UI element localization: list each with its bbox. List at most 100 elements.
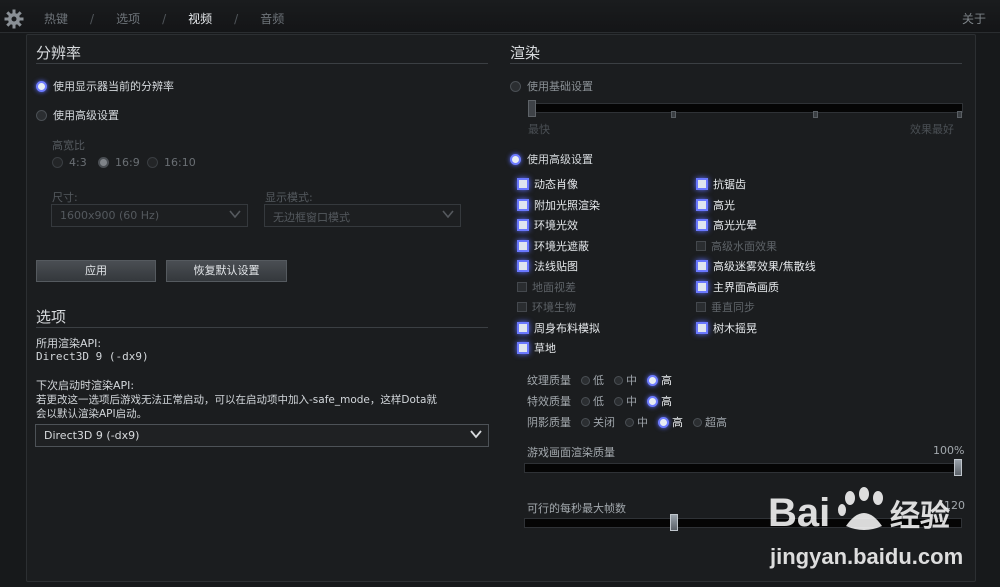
slider-tick — [813, 111, 818, 118]
render-checkbox[interactable]: 地面视差 — [517, 279, 576, 295]
render-checkbox[interactable]: 动态肖像 — [517, 176, 578, 192]
use-advanced-render-radio[interactable]: 使用高级设置 — [510, 151, 593, 167]
next-api-value: Direct3D 9 (-dx9) — [44, 429, 140, 442]
max-fps-slider-thumb[interactable] — [670, 514, 679, 531]
render-quality-label: 游戏画面渲染质量 — [527, 446, 615, 459]
basic-quality-slider-thumb[interactable] — [528, 100, 536, 117]
radio-label: 使用显示器当前的分辨率 — [53, 80, 174, 93]
render-checkbox[interactable]: 主界面高画质 — [696, 279, 779, 295]
radio-dot — [510, 80, 521, 92]
shadow-quality-ultra[interactable]: 超高 — [693, 414, 727, 430]
checkbox-label: 高级水面效果 — [711, 239, 777, 253]
render-checkbox[interactable]: 高光 — [696, 197, 735, 213]
texture-quality-medium[interactable]: 中 — [614, 372, 637, 388]
checkbox-box — [696, 260, 708, 272]
basic-quality-slider[interactable] — [530, 103, 963, 113]
size-label: 尺寸: — [52, 191, 78, 204]
radio-dot — [614, 396, 623, 406]
checkbox-label: 高光 — [713, 198, 735, 212]
shadow-quality-row: 阴影质量 关闭 中 高 超高 — [527, 414, 733, 430]
use-current-resolution-radio[interactable]: 使用显示器当前的分辨率 — [36, 78, 174, 94]
render-checkbox[interactable]: 垂直同步 — [696, 299, 755, 315]
display-mode-value: 无边框窗口模式 — [273, 211, 350, 224]
render-checkbox[interactable]: 附加光照渲染 — [517, 197, 600, 213]
slider-tick — [671, 111, 676, 118]
render-checkbox[interactable]: 高级水面效果 — [696, 238, 777, 254]
radio-dot — [693, 417, 702, 427]
about-link[interactable]: 关于 — [962, 10, 986, 27]
option-label: 高 — [672, 416, 683, 429]
svg-text:Bai: Bai — [768, 491, 830, 535]
tab-options[interactable]: 选项 — [116, 10, 140, 27]
render-quality-slider-thumb[interactable] — [954, 459, 962, 476]
checkbox-box — [517, 260, 529, 272]
aspect-4-3-radio[interactable]: 4:3 — [52, 156, 87, 169]
checkbox-label: 法线贴图 — [534, 260, 578, 273]
apply-button[interactable]: 应用 — [36, 260, 156, 282]
aspect-16-10-radio[interactable]: 16:10 — [147, 156, 196, 169]
render-checkbox[interactable]: 草地 — [517, 340, 556, 356]
tab-separator: / — [162, 11, 167, 26]
tab-video[interactable]: 视频 — [188, 10, 212, 27]
render-checkbox[interactable]: 环境光效 — [517, 217, 578, 233]
effects-quality-high[interactable]: 高 — [647, 393, 672, 409]
render-checkbox[interactable]: 周身布料模拟 — [517, 320, 600, 336]
next-api-select[interactable]: Direct3D 9 (-dx9) — [35, 424, 489, 447]
checkbox-box — [517, 198, 529, 211]
shadow-quality-off[interactable]: 关闭 — [581, 414, 615, 430]
render-quality-value: 100% — [933, 444, 965, 457]
use-basic-render-radio[interactable]: 使用基础设置 — [510, 78, 593, 94]
tab-hotkeys[interactable]: 热键 — [44, 10, 68, 27]
tab-audio[interactable]: 音频 — [260, 10, 284, 27]
effects-quality-low[interactable]: 低 — [581, 393, 604, 409]
checkbox-box — [517, 239, 529, 252]
aspect-16-9-radio[interactable]: 16:9 — [98, 156, 140, 169]
safe-mode-note-line2: 会以默认渲染API启动。 — [36, 408, 148, 420]
render-title: 渲染 — [510, 44, 541, 62]
option-label: 高 — [661, 374, 672, 387]
option-label: 关闭 — [593, 416, 615, 429]
radio-label: 使用高级设置 — [527, 153, 593, 166]
use-advanced-resolution-radio[interactable]: 使用高级设置 — [36, 107, 119, 123]
checkbox-label: 高光光晕 — [713, 219, 757, 232]
options-title: 选项 — [36, 308, 67, 326]
checkbox-label: 草地 — [534, 342, 556, 355]
radio-label: 16:10 — [164, 156, 196, 169]
checkbox-box — [696, 219, 708, 231]
render-checkbox[interactable]: 环境生物 — [517, 299, 576, 315]
option-label: 低 — [593, 374, 604, 387]
resolution-title: 分辨率 — [36, 44, 82, 62]
render-checkbox[interactable]: 环境光遮蔽 — [517, 238, 589, 254]
restore-defaults-button[interactable]: 恢复默认设置 — [166, 260, 287, 282]
effects-quality-medium[interactable]: 中 — [614, 393, 637, 409]
checkbox-label: 高级迷雾效果/焦散线 — [713, 260, 816, 273]
render-checkbox[interactable]: 树木摇晃 — [696, 320, 757, 336]
effects-quality-row: 特效质量 低 中 高 — [527, 393, 678, 409]
tab-separator: / — [234, 11, 239, 26]
render-checkbox[interactable]: 高光光晕 — [696, 217, 757, 233]
radio-dot — [147, 157, 158, 168]
checkbox-label: 附加光照渲染 — [534, 198, 600, 212]
radio-dot — [510, 153, 521, 165]
checkbox-label: 周身布料模拟 — [534, 321, 600, 335]
shadow-quality-medium[interactable]: 中 — [625, 414, 648, 430]
render-checkbox[interactable]: 抗锯齿 — [696, 176, 746, 192]
slider-max-label: 效果最好 — [910, 123, 954, 136]
size-select[interactable]: 1600x900 (60 Hz) — [51, 204, 248, 227]
shadow-quality-high[interactable]: 高 — [658, 414, 683, 430]
display-mode-select[interactable]: 无边框窗口模式 — [264, 204, 461, 227]
gear-icon[interactable] — [4, 9, 24, 29]
baidu-logo: Bai 经验 jingyan.baidu.com — [768, 487, 963, 569]
render-checkbox[interactable]: 高级迷雾效果/焦散线 — [696, 258, 816, 274]
option-label: 超高 — [705, 416, 727, 429]
checkbox-box — [696, 240, 706, 251]
texture-quality-high[interactable]: 高 — [647, 372, 672, 388]
texture-quality-low[interactable]: 低 — [581, 372, 604, 388]
texture-quality-label: 纹理质量 — [527, 374, 571, 387]
render-checkbox[interactable]: 法线贴图 — [517, 258, 578, 274]
radio-label: 使用高级设置 — [53, 109, 119, 122]
checkbox-box — [696, 280, 708, 293]
checkbox-label: 抗锯齿 — [713, 178, 746, 191]
option-label: 中 — [626, 374, 637, 387]
render-quality-slider[interactable] — [524, 463, 962, 473]
